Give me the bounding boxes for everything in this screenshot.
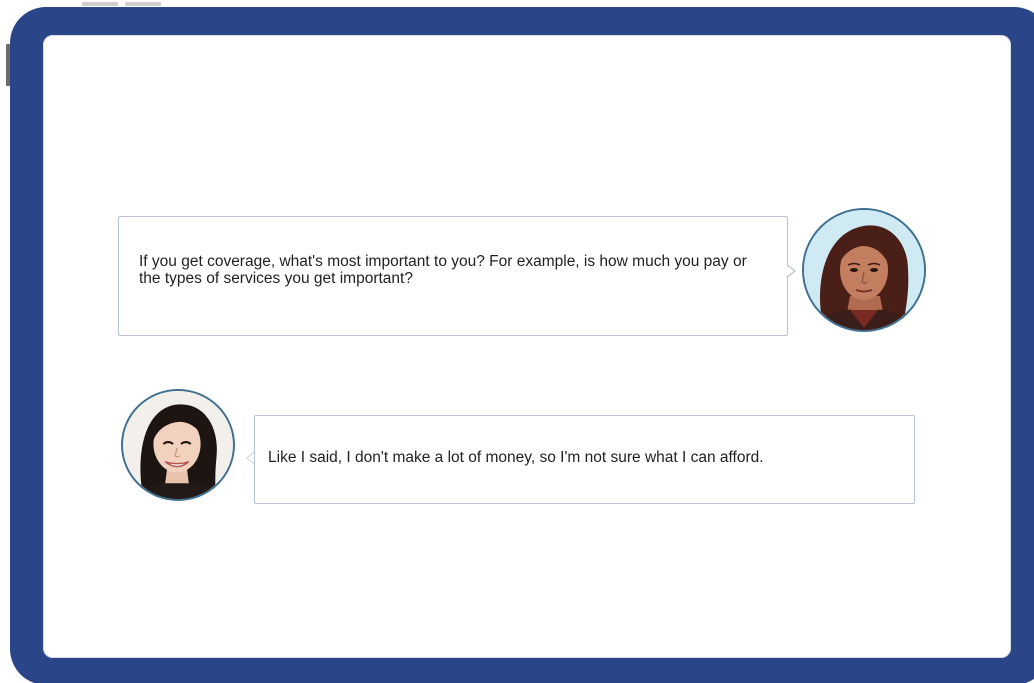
woman-avatar-icon (804, 210, 924, 330)
agent-message-text: If you get coverage, what's most importa… (139, 253, 747, 287)
speech-bubble-agent: If you get coverage, what's most importa… (118, 216, 788, 336)
tablet-screen (43, 35, 1011, 658)
customer-avatar (121, 389, 235, 501)
customer-message-text: Like I said, I don't make a lot of money… (268, 449, 764, 466)
agent-avatar (802, 208, 926, 332)
app-window: If you get coverage, what's most importa… (0, 0, 1034, 683)
bubble-tail-inner (786, 265, 794, 277)
woman-avatar-icon (124, 391, 232, 499)
tablet-top-button (82, 2, 118, 6)
tablet-top-button (125, 2, 161, 6)
speech-bubble-customer: Like I said, I don't make a lot of money… (254, 415, 915, 504)
